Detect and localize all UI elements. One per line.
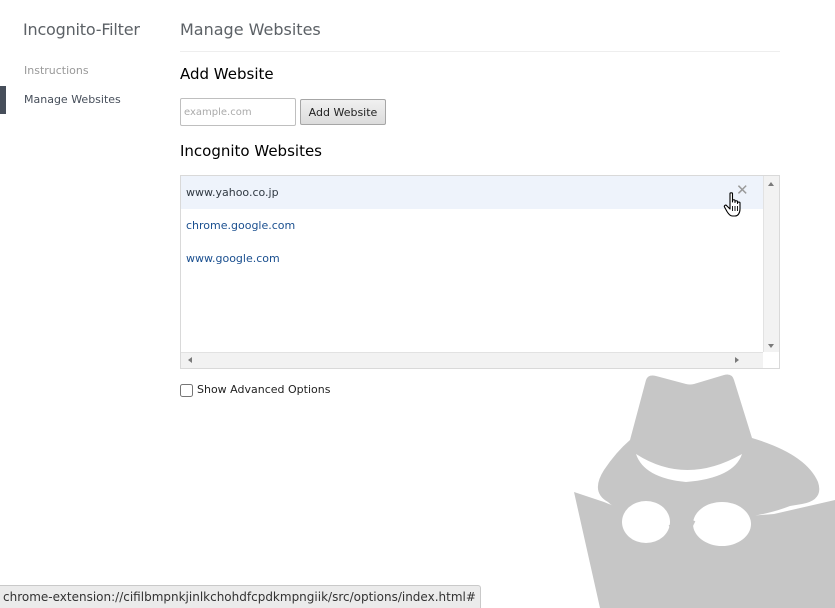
status-bar-url: chrome-extension://cifilbmpnkjinlkchohdf…	[0, 585, 481, 608]
list-item-google[interactable]: www.google.com	[181, 242, 763, 275]
incognito-spy-icon	[574, 374, 835, 608]
horizontal-scrollbar[interactable]	[181, 352, 763, 368]
list-item-chrome-google[interactable]: chrome.google.com	[181, 209, 763, 242]
website-input[interactable]	[180, 98, 296, 126]
add-website-button[interactable]: Add Website	[300, 99, 386, 125]
scroll-left-arrow-icon[interactable]	[188, 357, 192, 363]
page-title: Manage Websites	[180, 20, 321, 39]
scroll-up-arrow-icon[interactable]	[768, 182, 774, 186]
nav-selected-indicator	[0, 86, 6, 114]
incognito-websites-heading: Incognito Websites	[180, 142, 322, 160]
website-url: www.yahoo.co.jp	[186, 186, 279, 199]
website-url: chrome.google.com	[186, 219, 296, 232]
add-website-heading: Add Website	[180, 65, 274, 83]
scroll-right-arrow-icon[interactable]	[735, 357, 739, 363]
header-divider	[180, 51, 780, 52]
vertical-scrollbar[interactable]	[763, 176, 779, 352]
website-url: www.google.com	[186, 252, 280, 265]
list-item-yahoo[interactable]: www.yahoo.co.jp ✕	[181, 176, 763, 217]
sidebar-item-instructions[interactable]: Instructions	[24, 64, 89, 77]
advanced-options-checkbox[interactable]	[180, 384, 193, 397]
scroll-down-arrow-icon[interactable]	[768, 344, 774, 348]
advanced-options-label[interactable]: Show Advanced Options	[197, 383, 330, 396]
app-title: Incognito-Filter	[23, 20, 140, 39]
website-list[interactable]: www.yahoo.co.jp ✕ chrome.google.com www.…	[180, 175, 780, 369]
sidebar-item-manage-websites[interactable]: Manage Websites	[24, 93, 121, 106]
